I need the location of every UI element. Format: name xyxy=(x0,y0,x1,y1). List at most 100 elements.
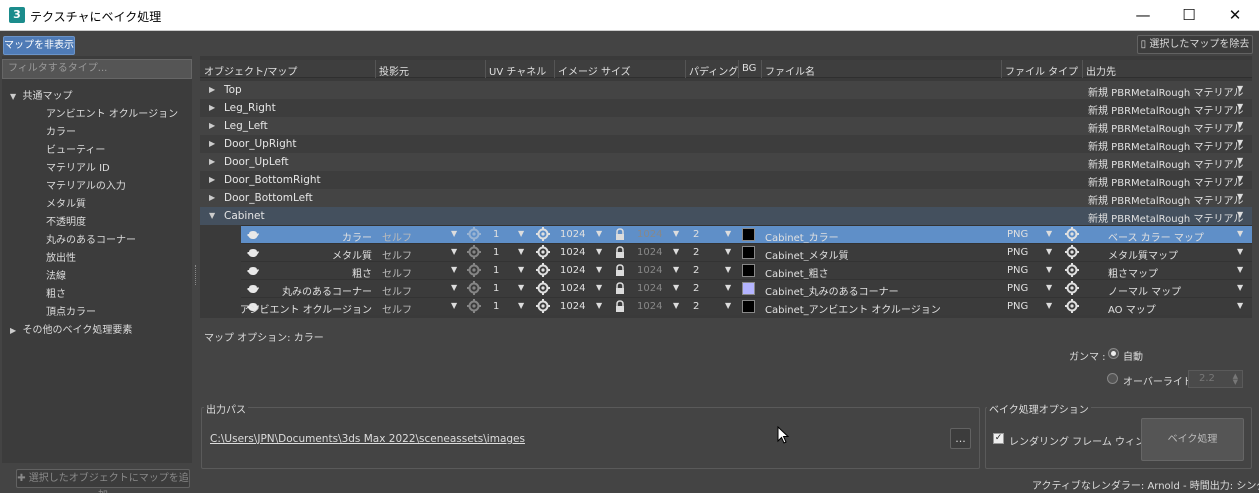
chevron-down-icon[interactable]: ▼ xyxy=(1237,102,1243,111)
chevron-down-icon[interactable]: ▼ xyxy=(451,265,457,274)
tree-item[interactable]: マテリアルの入力 xyxy=(46,177,126,192)
tree-item[interactable]: 放出性 xyxy=(46,249,76,264)
chevron-down-icon[interactable]: ▼ xyxy=(451,301,457,310)
chevron-down-icon[interactable]: ▼ xyxy=(518,283,524,292)
object-row[interactable]: ▶ Door_UpRight 新規 PBRMetalRough マテリアル ▼ xyxy=(200,135,1252,153)
column-divider[interactable] xyxy=(685,60,686,78)
filter-input[interactable]: フィルタするタイプ... xyxy=(2,59,192,79)
uv-channel-dropdown[interactable]: 1 xyxy=(493,283,499,294)
column-header[interactable]: ファイル タイプ xyxy=(1005,63,1078,78)
file-name[interactable]: Cabinet_丸みのあるコーナー xyxy=(765,283,899,298)
gamma-auto-radio[interactable] xyxy=(1108,348,1119,359)
tree-item[interactable]: カラー xyxy=(46,123,76,138)
close-button[interactable]: ✕ xyxy=(1212,0,1258,31)
object-row[interactable]: ▶ Door_BottomRight 新規 PBRMetalRough マテリアル ▼ xyxy=(200,171,1252,189)
chevron-down-icon[interactable]: ▼ xyxy=(1237,84,1243,93)
source-settings-gear-icon[interactable] xyxy=(467,299,481,316)
padding-dropdown[interactable]: 2 xyxy=(693,283,699,294)
chevron-down-icon[interactable]: ▼ xyxy=(451,247,457,256)
chevron-down-icon[interactable]: ▼ xyxy=(725,265,731,274)
chevron-down-icon[interactable]: ▼ xyxy=(725,283,731,292)
column-header[interactable]: パディング xyxy=(689,63,738,78)
source-settings-gear-icon[interactable] xyxy=(467,263,481,280)
browse-path-button[interactable]: ... xyxy=(950,428,971,449)
file-type-dropdown[interactable]: PNG xyxy=(1007,265,1028,276)
column-divider[interactable] xyxy=(485,60,486,78)
tree-item[interactable]: メタル質 xyxy=(46,195,86,210)
lock-icon[interactable] xyxy=(615,264,625,280)
chevron-down-icon[interactable]: ▼ xyxy=(1237,156,1243,165)
file-type-dropdown[interactable]: PNG xyxy=(1007,283,1028,294)
uv-settings-gear-icon[interactable] xyxy=(536,245,550,262)
padding-dropdown[interactable]: 2 xyxy=(693,247,699,258)
tree-item[interactable]: 丸みのあるコーナー xyxy=(46,231,136,246)
file-type-dropdown[interactable]: PNG xyxy=(1007,301,1028,312)
remove-selected-maps-button[interactable]: ▯ 選択したマップを除去 xyxy=(1137,35,1253,54)
panel-splitter[interactable] xyxy=(195,265,198,285)
uv-settings-gear-icon[interactable] xyxy=(536,281,550,298)
hide-maps-button[interactable]: マップを非表示 xyxy=(3,36,75,55)
image-size-dropdown[interactable]: 1024 xyxy=(560,265,585,276)
bg-color-swatch[interactable] xyxy=(742,300,755,313)
lock-icon[interactable] xyxy=(615,282,625,298)
object-row[interactable]: ▶ Leg_Left 新規 PBRMetalRough マテリアル ▼ xyxy=(200,117,1252,135)
padding-dropdown[interactable]: 2 xyxy=(693,265,699,276)
chevron-down-icon[interactable]: ▼ xyxy=(518,265,524,274)
chevron-down-icon[interactable]: ▼ xyxy=(1237,210,1243,219)
column-divider[interactable] xyxy=(761,60,762,78)
frame-window-checkbox[interactable]: ✓ xyxy=(993,433,1004,444)
image-size-dropdown[interactable]: 1024 xyxy=(560,229,585,240)
file-name[interactable]: Cabinet_メタル質 xyxy=(765,247,849,262)
padding-dropdown[interactable]: 2 xyxy=(693,301,699,312)
tree-item[interactable]: 法線 xyxy=(46,267,66,282)
image-size-dropdown[interactable]: 1024 xyxy=(560,283,585,294)
minimize-button[interactable]: — xyxy=(1120,0,1166,31)
chevron-down-icon[interactable]: ▼ xyxy=(596,265,602,274)
uv-settings-gear-icon[interactable] xyxy=(536,263,550,280)
uv-channel-dropdown[interactable]: 1 xyxy=(493,229,499,240)
bg-color-swatch[interactable] xyxy=(742,264,755,277)
bg-color-swatch[interactable] xyxy=(742,228,755,241)
file-type-dropdown[interactable]: PNG xyxy=(1007,247,1028,258)
bg-color-swatch[interactable] xyxy=(742,282,755,295)
column-header[interactable]: 投影元 xyxy=(379,63,409,78)
chevron-down-icon[interactable]: ▼ xyxy=(725,301,731,310)
bg-color-swatch[interactable] xyxy=(742,246,755,259)
expand-right-icon[interactable]: ▶ xyxy=(209,175,215,184)
chevron-down-icon[interactable]: ▼ xyxy=(518,247,524,256)
file-name[interactable]: Cabinet_粗さ xyxy=(765,265,829,280)
chevron-down-icon[interactable]: ▼ xyxy=(518,301,524,310)
file-name[interactable]: Cabinet_カラー xyxy=(765,229,839,244)
chevron-down-icon[interactable]: ▼ xyxy=(1237,265,1243,274)
chevron-down-icon[interactable]: ▼ xyxy=(1046,301,1052,310)
padding-dropdown[interactable]: 2 xyxy=(693,229,699,240)
lock-icon[interactable] xyxy=(615,228,625,244)
maximize-button[interactable]: ☐ xyxy=(1166,0,1212,31)
add-maps-to-selected-button[interactable]: ✚ 選択したオブジェクトにマップを追加 xyxy=(16,469,190,493)
lock-icon[interactable] xyxy=(615,246,625,262)
object-row[interactable]: ▼ Cabinet 新規 PBRMetalRough マテリアル ▼ xyxy=(200,207,1252,225)
lock-icon[interactable] xyxy=(615,300,625,316)
chevron-down-icon[interactable]: ▼ xyxy=(725,229,731,238)
tree-item[interactable]: ビューティー xyxy=(46,141,105,156)
output-target-dropdown[interactable]: ノーマル マップ xyxy=(1108,283,1181,298)
map-row[interactable]: 粗さ セルフ ▼ 1 ▼ 1024 ▼ 1024 ▼ 2 ▼ Cabinet_粗さ PNG ▼ 粗さマップ ▼ xyxy=(241,261,1252,280)
object-row[interactable]: ▶ Leg_Right 新規 PBRMetalRough マテリアル ▼ xyxy=(200,99,1252,117)
chevron-down-icon[interactable]: ▼ xyxy=(596,301,602,310)
chevron-down-icon[interactable]: ▼ xyxy=(1046,265,1052,274)
column-divider[interactable] xyxy=(375,60,376,78)
image-size-dropdown[interactable]: 1024 xyxy=(560,247,585,258)
output-target-dropdown[interactable]: メタル質マップ xyxy=(1108,247,1178,262)
expand-right-icon[interactable]: ▶ xyxy=(209,103,215,112)
map-row[interactable]: 丸みのあるコーナー セルフ ▼ 1 ▼ 1024 ▼ 1024 ▼ 2 ▼ Cabinet_丸みのある… xyxy=(241,279,1252,298)
bake-button[interactable]: ベイク処理 xyxy=(1141,418,1244,461)
chevron-down-icon[interactable]: ▼ xyxy=(1237,247,1243,256)
tree-common-maps[interactable]: ▼ 共通マップ xyxy=(10,87,73,102)
source-dropdown[interactable]: セルフ xyxy=(382,247,412,262)
uv-channel-dropdown[interactable]: 1 xyxy=(493,301,499,312)
gamma-override-spinner[interactable]: 2.2 ▲ ▼ xyxy=(1188,370,1243,388)
uv-settings-gear-icon[interactable] xyxy=(536,299,550,316)
chevron-down-icon[interactable]: ▼ xyxy=(1046,283,1052,292)
chevron-down-icon[interactable]: ▼ xyxy=(1237,120,1243,129)
chevron-down-icon[interactable]: ▼ xyxy=(1237,138,1243,147)
